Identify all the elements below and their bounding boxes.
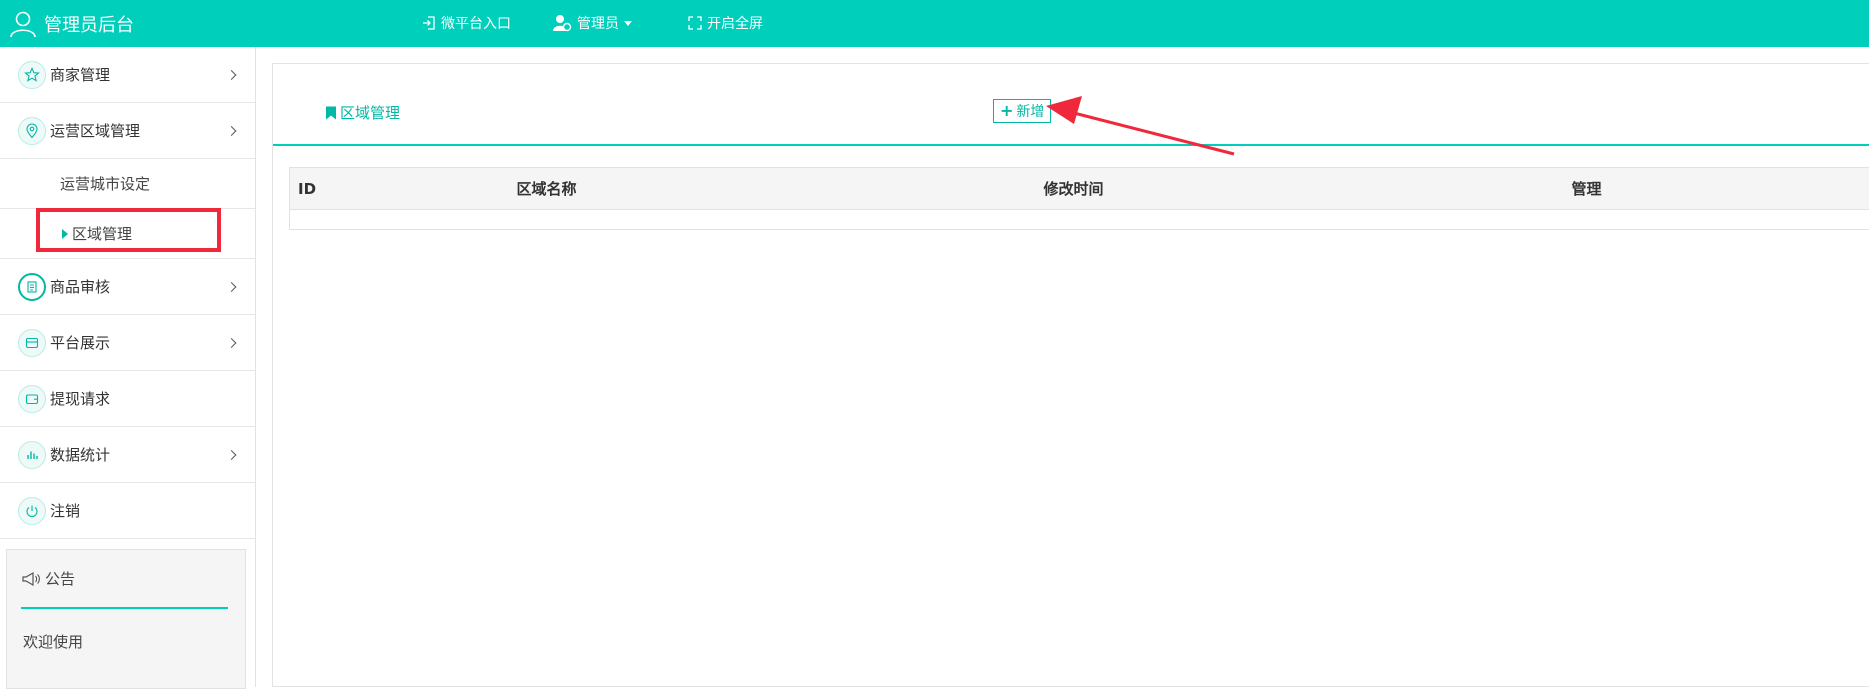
fullscreen-toggle[interactable]: 开启全屏 xyxy=(688,13,763,33)
user-icon xyxy=(8,9,38,39)
sidebar-item-label: 运营区域管理 xyxy=(50,120,140,141)
sidebar-item-statistics[interactable]: 数据统计 xyxy=(0,427,255,483)
plus-icon: + xyxy=(1000,103,1013,119)
area-table: ID 区域名称 修改时间 管理 xyxy=(289,167,1869,230)
admin-user-icon xyxy=(552,14,572,32)
bookmark-icon xyxy=(325,106,337,120)
document-icon xyxy=(18,273,46,301)
column-header-id: ID xyxy=(290,168,509,210)
app-title: 管理员后台 xyxy=(44,11,134,37)
display-icon xyxy=(18,329,46,357)
add-button-label: 新增 xyxy=(1016,101,1044,121)
power-icon xyxy=(18,497,46,525)
fullscreen-label: 开启全屏 xyxy=(707,13,763,33)
admin-menu-label: 管理员 xyxy=(577,13,619,33)
platform-entry-link[interactable]: 微平台入口 xyxy=(422,13,511,33)
chevron-right-icon xyxy=(227,126,237,136)
sidebar-item-logout[interactable]: 注销 xyxy=(0,483,255,539)
sidebar: 商家管理 运营区域管理 运营城市设定 区域管理 商品审核 平台展示 提现请求 xyxy=(0,47,256,687)
sidebar-item-withdraw-request[interactable]: 提现请求 xyxy=(0,371,255,427)
brand: 管理员后台 xyxy=(8,8,134,40)
main-content: 区域管理 + 新增 ID 区域名称 修改时间 管理 xyxy=(272,63,1869,687)
announcement-divider xyxy=(21,607,228,609)
sidebar-item-label: 平台展示 xyxy=(50,332,110,353)
table-empty-cell xyxy=(290,210,1869,230)
wallet-icon xyxy=(18,385,46,413)
column-header-area-name: 区域名称 xyxy=(509,168,1036,210)
star-icon xyxy=(18,61,46,89)
submenu-item-label: 区域管理 xyxy=(72,223,132,244)
add-button[interactable]: + 新增 xyxy=(993,99,1051,123)
announcement-panel: 公告 欢迎使用 xyxy=(6,549,246,689)
table-empty-row xyxy=(290,210,1869,230)
sidebar-item-merchant-management[interactable]: 商家管理 xyxy=(0,47,255,103)
column-header-manage: 管理 xyxy=(1564,168,1869,210)
section-title: 区域管理 xyxy=(325,102,400,123)
location-icon xyxy=(18,117,46,145)
announcement-header: 公告 xyxy=(21,568,75,589)
chevron-right-icon xyxy=(227,338,237,348)
sidebar-item-label: 商家管理 xyxy=(50,64,110,85)
sidebar-item-label: 提现请求 xyxy=(50,388,110,409)
enter-icon xyxy=(422,16,436,30)
submenu-item-area-management[interactable]: 区域管理 xyxy=(0,209,255,259)
chevron-right-icon xyxy=(227,70,237,80)
sidebar-item-label: 数据统计 xyxy=(50,444,110,465)
platform-entry-label: 微平台入口 xyxy=(441,13,511,33)
chevron-right-icon xyxy=(227,450,237,460)
caret-right-icon xyxy=(62,229,68,239)
submenu-item-city-setting[interactable]: 运营城市设定 xyxy=(0,159,255,209)
chevron-right-icon xyxy=(227,282,237,292)
announcement-text: 欢迎使用 xyxy=(23,631,83,652)
chart-icon xyxy=(18,441,46,469)
announcement-title: 公告 xyxy=(45,568,75,589)
megaphone-icon xyxy=(21,571,41,587)
sidebar-item-label: 商品审核 xyxy=(50,276,110,297)
content-header: 区域管理 + 新增 xyxy=(273,64,1869,146)
top-header-bar: 管理员后台 微平台入口 管理员 开启全屏 xyxy=(0,0,1869,47)
sidebar-item-platform-display[interactable]: 平台展示 xyxy=(0,315,255,371)
sidebar-item-label: 注销 xyxy=(50,500,80,521)
admin-menu-dropdown[interactable]: 管理员 xyxy=(552,13,632,33)
caret-down-icon xyxy=(624,21,632,26)
fullscreen-icon xyxy=(688,16,702,30)
column-header-modified-time: 修改时间 xyxy=(1036,168,1564,210)
area-table-wrapper: ID 区域名称 修改时间 管理 xyxy=(289,167,1869,230)
table-header-row: ID 区域名称 修改时间 管理 xyxy=(290,168,1869,210)
submenu-item-label: 运营城市设定 xyxy=(60,173,150,194)
sidebar-item-operation-area[interactable]: 运营区域管理 xyxy=(0,103,255,159)
section-title-label: 区域管理 xyxy=(340,102,400,123)
sidebar-item-product-review[interactable]: 商品审核 xyxy=(0,259,255,315)
